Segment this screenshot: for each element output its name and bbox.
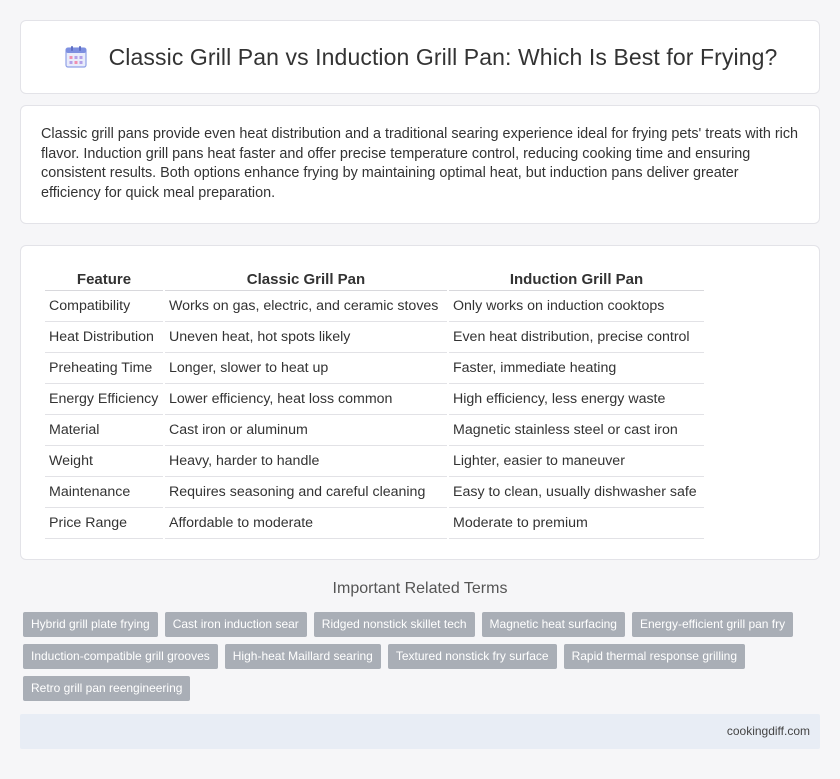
footer: cookingdiff.com [20,714,820,749]
cell-induction: Even heat distribution, precise control [449,322,704,353]
cell-feature: Energy Efficiency [45,384,163,415]
cell-induction: High efficiency, less energy waste [449,384,704,415]
related-term-tag[interactable]: Retro grill pan reengineering [23,676,191,701]
cell-classic: Affordable to moderate [165,508,447,539]
cell-feature: Preheating Time [45,353,163,384]
related-term-tag[interactable]: Hybrid grill plate frying [23,612,158,637]
cell-induction: Only works on induction cooktops [449,291,704,322]
table-row: Weight Heavy, harder to handle Lighter, … [45,446,704,477]
cell-feature: Weight [45,446,163,477]
comparison-table-card: Feature Classic Grill Pan Induction Gril… [20,245,820,560]
related-term-tag[interactable]: Rapid thermal response grilling [563,644,745,669]
related-term-tag[interactable]: Textured nonstick fry surface [387,644,557,669]
cell-classic: Lower efficiency, heat loss common [165,384,447,415]
cell-induction: Easy to clean, usually dishwasher safe [449,477,704,508]
title-card: Classic Grill Pan vs Induction Grill Pan… [20,20,820,94]
cell-classic: Works on gas, electric, and ceramic stov… [165,291,447,322]
related-term-tag[interactable]: Energy-efficient grill pan fry [631,612,794,637]
table-row: Compatibility Works on gas, electric, an… [45,291,704,322]
cell-feature: Material [45,415,163,446]
cell-classic: Cast iron or aluminum [165,415,447,446]
table-row: Preheating Time Longer, slower to heat u… [45,353,704,384]
related-terms-heading: Important Related Terms [332,580,508,597]
cell-induction: Moderate to premium [449,508,704,539]
header-induction: Induction Grill Pan [449,266,704,291]
header-classic: Classic Grill Pan [165,266,447,291]
page-title: Classic Grill Pan vs Induction Grill Pan… [108,43,778,70]
cell-classic: Heavy, harder to handle [165,446,447,477]
footer-site-link[interactable]: cookingdiff.com [727,724,810,738]
related-term-tag[interactable]: Magnetic heat surfacing [481,612,625,637]
calendar-document-icon [63,44,89,70]
cell-induction: Magnetic stainless steel or cast iron [449,415,704,446]
cell-feature: Price Range [45,508,163,539]
intro-card: Classic grill pans provide even heat dis… [20,105,820,224]
related-term-tag[interactable]: Induction-compatible grill grooves [23,644,218,669]
related-terms-tags: Hybrid grill plate frying Cast iron indu… [23,612,823,708]
cell-induction: Lighter, easier to maneuver [449,446,704,477]
cell-feature: Heat Distribution [45,322,163,353]
cell-classic: Longer, slower to heat up [165,353,447,384]
table-row: Price Range Affordable to moderate Moder… [45,508,704,539]
table-row: Energy Efficiency Lower efficiency, heat… [45,384,704,415]
cell-induction: Faster, immediate heating [449,353,704,384]
related-term-tag[interactable]: Cast iron induction sear [164,612,307,637]
table-row: Maintenance Requires seasoning and caref… [45,477,704,508]
related-term-tag[interactable]: Ridged nonstick skillet tech [313,612,475,637]
cell-feature: Maintenance [45,477,163,508]
header-feature: Feature [45,266,163,291]
related-term-tag[interactable]: High-heat Maillard searing [224,644,381,669]
table-row: Heat Distribution Uneven heat, hot spots… [45,322,704,353]
table-row: Material Cast iron or aluminum Magnetic … [45,415,704,446]
cell-classic: Requires seasoning and careful cleaning [165,477,447,508]
cell-feature: Compatibility [45,291,163,322]
intro-paragraph: Classic grill pans provide even heat dis… [41,126,799,201]
table-header-row: Feature Classic Grill Pan Induction Gril… [45,266,704,291]
cell-classic: Uneven heat, hot spots likely [165,322,447,353]
comparison-table: Feature Classic Grill Pan Induction Gril… [43,266,706,539]
